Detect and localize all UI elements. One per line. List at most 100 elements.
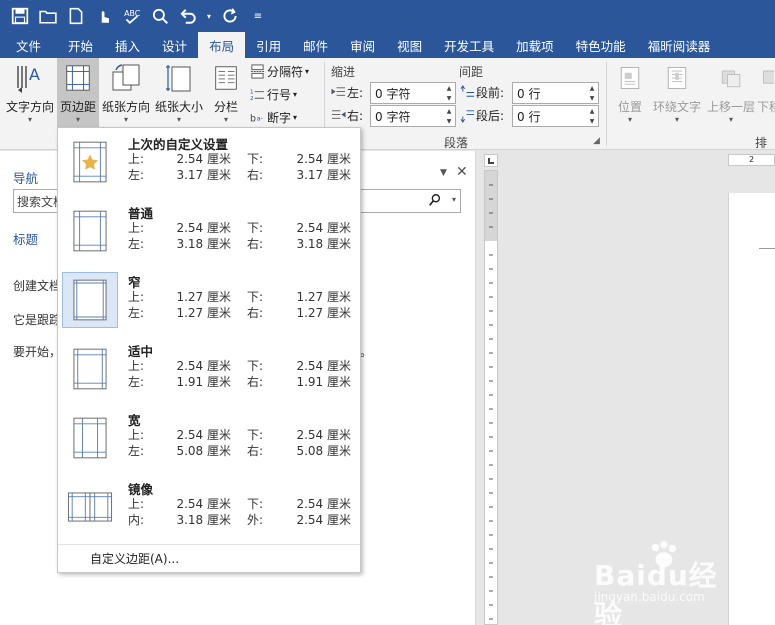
search-icon[interactable] [428,193,442,210]
svg-text:ABC: ABC [124,9,141,18]
ribbon-tabs: 文件 开始 插入 设计 布局 引用 邮件 审阅 视图 开发工具 加载项 特色功能… [0,32,775,58]
chevron-down-icon: ▾ [728,115,733,124]
send-backward-icon [757,60,775,96]
send-backward-button[interactable]: 下移 [757,60,775,115]
ruler-toggle[interactable] [484,154,498,167]
menu-divider [58,544,360,545]
svg-text:1: 1 [250,90,254,96]
spin-up-icon[interactable]: ▲ [447,108,452,115]
touch-mode-icon[interactable] [90,2,118,30]
margins-icon [60,60,96,96]
tab-review[interactable]: 审阅 [339,32,386,58]
ribbon-separator [606,62,607,146]
indent-right-label: 右: [331,107,363,124]
columns-button[interactable]: 分栏 ▾ [208,60,244,125]
tab-references[interactable]: 引用 [245,32,292,58]
space-after-input[interactable]: 0 行 ▲ ▼ [512,105,599,127]
spin-up-icon[interactable]: ▲ [447,85,452,92]
wrap-text-button[interactable]: 环绕文字 ▾ [652,60,702,125]
space-before-label: 段前: [460,84,504,101]
indent-right-icon [331,108,347,123]
margin-preset-narrow[interactable]: 窄 上: 1.27 厘米 下: 1.27 厘米 左: 1.27 厘米 右: 1.… [61,270,357,334]
position-icon [612,60,648,96]
spin-down-icon[interactable]: ▼ [447,118,452,125]
svg-text:A: A [29,65,40,84]
spin-down-icon[interactable]: ▼ [590,95,595,102]
tab-features[interactable]: 特色功能 [565,32,637,58]
save-icon[interactable] [6,2,34,30]
space-after-icon [460,108,476,123]
tab-mailings[interactable]: 邮件 [292,32,339,58]
pane-options-icon[interactable]: ▼ [440,168,447,178]
search-options-chevron-icon[interactable]: ▾ [452,195,456,204]
normal-margins-icon [62,203,118,259]
wide-margins-icon [62,410,118,466]
margin-preset-normal[interactable]: 普通 上: 2.54 厘米 下: 2.54 厘米 左: 3.18 厘米 右: 3… [61,201,357,265]
horizontal-ruler[interactable]: 2 [728,154,775,166]
tab-addins[interactable]: 加载项 [505,32,565,58]
nav-pane-title: 导航 [13,171,39,186]
margin-preset-mirrored[interactable]: 镜像 上: 2.54 厘米 下: 2.54 厘米 内: 3.18 厘米 外: 2… [61,477,357,541]
margins-dropdown-menu: 上次的自定义设置 上: 2.54 厘米 下: 2.54 厘米 左: 3.17 厘… [57,127,361,573]
space-before-input[interactable]: 0 行 ▲ ▼ [512,82,599,104]
spelling-check-icon[interactable]: ABC [118,2,146,30]
tab-file[interactable]: 文件 [0,32,57,58]
tab-insert[interactable]: 插入 [104,32,151,58]
chevron-down-icon: ▾ [123,115,128,124]
chevron-down-icon: ▾ [27,115,32,124]
tab-layout[interactable]: 布局 [198,32,246,58]
nav-info-text-tail: 。 [360,345,373,359]
margin-preset-last-custom[interactable]: 上次的自定义设置 上: 2.54 厘米 下: 2.54 厘米 左: 3.17 厘… [61,132,357,196]
chevron-down-icon: ▾ [305,67,310,76]
hyphenation-button[interactable]: b a- 断字 ▾ [249,109,298,126]
margin-preset-wide[interactable]: 宽 上: 2.54 厘米 下: 2.54 厘米 左: 5.08 厘米 右: 5.… [61,408,357,472]
chevron-down-icon: ▾ [293,113,298,122]
customize-toolbar-icon[interactable]: ≡ [244,2,272,30]
new-document-icon[interactable] [62,2,90,30]
undo-dropdown-icon[interactable]: ▾ [202,2,216,30]
svg-text:2: 2 [250,96,254,102]
redo-icon[interactable] [216,2,244,30]
svg-text:b: b [250,113,256,124]
tab-developer[interactable]: 开发工具 [433,32,505,58]
chevron-down-icon: ▾ [75,115,80,124]
nav-info-text: 它是跟踪 [13,313,62,327]
margin-preset-moderate[interactable]: 适中 上: 2.54 厘米 下: 2.54 厘米 左: 1.91 厘米 右: 1… [61,339,357,403]
tab-design[interactable]: 设计 [151,32,198,58]
size-button[interactable]: 纸张大小 ▾ [153,60,205,125]
indent-right-input[interactable]: 0 字符 ▲ ▼ [370,105,456,127]
chevron-down-icon: ▾ [627,115,632,124]
text-direction-icon: A [12,60,48,96]
close-icon[interactable]: ✕ [456,164,468,180]
chevron-down-icon: ▾ [223,115,228,124]
line-numbers-button[interactable]: 12 行号 ▾ [249,86,298,103]
indent-label: 缩进 [331,65,356,79]
spin-up-icon[interactable]: ▲ [590,108,595,115]
indent-left-label: 左: [331,84,363,101]
spin-down-icon[interactable]: ▼ [447,95,452,102]
nav-tab-headings[interactable]: 标题 [13,229,38,248]
indent-left-input[interactable]: 0 字符 ▲ ▼ [370,82,456,104]
margins-button[interactable]: 页边距 ▾ [57,58,99,127]
position-button[interactable]: 位置 ▾ [613,60,647,125]
tab-foxit[interactable]: 福昕阅读器 [637,32,722,58]
search-replace-icon[interactable] [146,2,174,30]
spin-down-icon[interactable]: ▼ [590,118,595,125]
bring-forward-button[interactable]: 上移一层 ▾ [705,60,757,125]
chevron-down-icon: ▾ [293,90,298,99]
narrow-margins-icon [62,272,118,328]
vertical-ruler[interactable] [484,170,498,625]
spin-up-icon[interactable]: ▲ [590,85,595,92]
paper-size-icon [161,60,197,96]
orientation-button[interactable]: 纸张方向 ▾ [100,60,152,125]
open-folder-icon[interactable] [34,2,62,30]
breaks-button[interactable]: 分隔符 ▾ [249,63,309,80]
hyphenation-icon: b a- [249,110,265,126]
tab-view[interactable]: 视图 [386,32,433,58]
tab-home[interactable]: 开始 [57,32,104,58]
paragraph-dialog-launcher-icon[interactable]: ◢ [593,136,600,146]
custom-margins-menu-item[interactable]: 自定义边距(A)... [90,550,179,567]
document-page[interactable] [728,193,775,625]
text-direction-button[interactable]: A 文字方向 ▾ [4,60,56,125]
undo-icon[interactable] [174,2,202,30]
